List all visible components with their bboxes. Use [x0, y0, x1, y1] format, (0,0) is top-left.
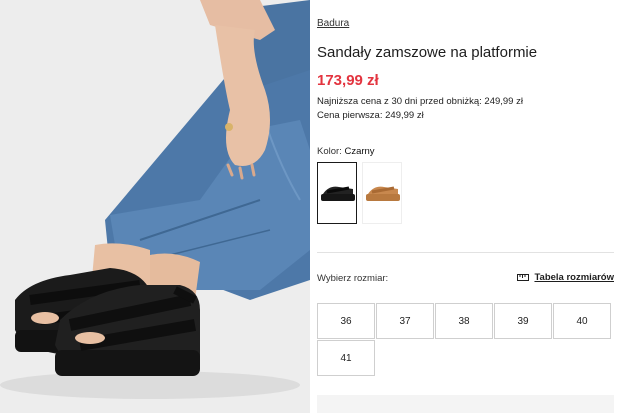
first-price-label: Cena pierwsza:	[317, 110, 383, 121]
first-price-value: 249,99 zł	[385, 110, 424, 121]
size-label: Wybierz rozmiar:	[317, 273, 389, 284]
lowest-price-value: 249,99 zł	[484, 96, 523, 107]
product-panel: Badura Sandały zamszowe na platformie 17…	[317, 0, 620, 413]
size-table-label: Tabela rozmiarów	[534, 272, 614, 283]
color-info: Kolor: Czarny	[317, 146, 375, 157]
first-price-info: Cena pierwsza: 249,99 zł	[317, 110, 424, 121]
product-title: Sandały zamszowe na platformie	[317, 44, 538, 61]
size-option-36[interactable]: 36	[317, 303, 375, 339]
size-option-38[interactable]: 38	[435, 303, 493, 339]
color-swatch-tan[interactable]	[362, 162, 402, 224]
lowest-price-info: Najniższa cena z 30 dni przed obniżką: 2…	[317, 96, 523, 107]
size-option-40[interactable]: 40	[553, 303, 611, 339]
color-swatch-black[interactable]	[317, 162, 357, 224]
product-price: 173,99 zł	[317, 72, 379, 89]
brand-link[interactable]: Badura	[317, 18, 349, 29]
black-sandal-thumbnail	[321, 186, 355, 201]
size-option-37[interactable]: 37	[376, 303, 434, 339]
color-label: Kolor:	[317, 146, 342, 157]
size-option-39[interactable]: 39	[494, 303, 552, 339]
tan-sandal-thumbnail	[366, 186, 400, 201]
footer-strip	[317, 395, 614, 413]
product-image	[0, 0, 310, 413]
size-grid: 36 37 38 39 40 41	[317, 303, 614, 376]
size-table-link[interactable]: Tabela rozmiarów	[517, 272, 614, 283]
color-value: Czarny	[344, 146, 375, 157]
size-option-41[interactable]: 41	[317, 340, 375, 376]
ruler-icon	[517, 274, 530, 281]
product-photo[interactable]	[0, 0, 310, 413]
section-divider	[317, 252, 614, 253]
lowest-price-label: Najniższa cena z 30 dni przed obniżką:	[317, 96, 482, 107]
